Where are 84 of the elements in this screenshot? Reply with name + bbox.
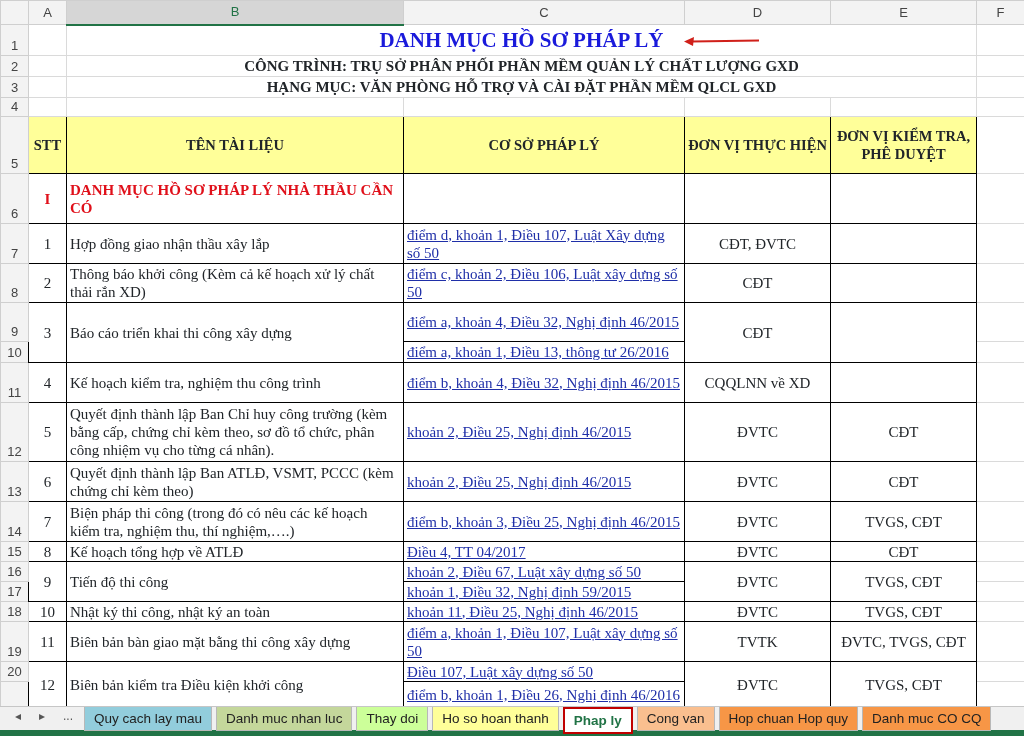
row-header[interactable]: 17 xyxy=(0,581,29,602)
table-cell: Kế hoạch kiểm tra, nghiệm thu công trình xyxy=(66,362,404,403)
sheet-nav-button[interactable]: ... xyxy=(56,707,80,725)
table-cell: ĐVTC xyxy=(684,402,831,462)
row-header[interactable]: 13 xyxy=(0,461,29,502)
column-header[interactable]: D xyxy=(684,0,831,25)
table-cell: CĐT xyxy=(684,302,831,363)
table-cell: 6 xyxy=(28,461,67,502)
table-cell: ĐVTC, TVGS, CĐT xyxy=(830,621,977,662)
sheet-tab[interactable]: Danh muc nhan luc xyxy=(216,707,353,731)
column-heading: CƠ SỞ PHÁP LÝ xyxy=(403,116,685,174)
sheet-subtitle: CÔNG TRÌNH: TRỤ SỞ PHÂN PHỐI PHẦN MỀM QUẢN LÝ CHẤT LƯỢNG GXD xyxy=(66,55,977,77)
table-cell: Tiến độ thi công xyxy=(66,561,404,602)
table-cell: ĐVTC xyxy=(684,601,831,622)
table-cell: 5 xyxy=(28,402,67,462)
column-heading: ĐƠN VỊ KIỂM TRA, PHÊ DUYỆT xyxy=(830,116,977,174)
table-cell: ĐVTC xyxy=(684,461,831,502)
row-header[interactable]: 20 xyxy=(0,661,29,682)
sheet-tab[interactable]: Ho so hoan thanh xyxy=(432,707,559,731)
column-header[interactable]: F xyxy=(976,0,1024,25)
sheet-tab[interactable]: Danh muc CO CQ xyxy=(861,707,992,731)
table-cell: TVGS, CĐT xyxy=(830,561,977,602)
table-cell: Thông báo khởi công (Kèm cả kế hoạch xử lý chất thải rắn XD) xyxy=(66,263,404,303)
table-cell: Quyết định thành lập Ban Chỉ huy công trường (kèm bằng cấp, chứng chỉ kèm theo, sơ đồ tổ chức, phân công nhiệm vụ cho từng cá nhân). xyxy=(66,402,404,462)
table-cell: CĐT, ĐVTC xyxy=(684,223,831,264)
table-cell: 2 xyxy=(28,263,67,303)
sheet-nav-button[interactable]: ▸ xyxy=(32,707,52,725)
table-cell: 7 xyxy=(28,501,67,542)
column-heading: STT xyxy=(28,116,67,174)
column-header[interactable]: A xyxy=(28,0,67,25)
table-cell: TVTK xyxy=(684,621,831,662)
table-cell: 10 xyxy=(28,601,67,622)
sheet-tab[interactable]: Hop chuan Hop quy xyxy=(718,707,858,731)
table-cell: 8 xyxy=(28,541,67,562)
table-cell: 11 xyxy=(28,621,67,662)
table-cell: CĐT xyxy=(684,263,831,303)
table-cell: Quyết định thành lập Ban ATLĐ, VSMT, PCCC (kèm chứng chỉ kèm theo) xyxy=(66,461,404,502)
sheet-tab[interactable]: Phap ly xyxy=(562,707,633,734)
table-cell: Nhật ký thi công, nhật ký an toàn xyxy=(66,601,404,622)
section-number: I xyxy=(28,173,67,224)
row-header[interactable]: 6 xyxy=(0,173,29,224)
sheet-nav-button[interactable]: ◂ xyxy=(8,707,28,725)
section-title: DANH MỤC HỒ SƠ PHÁP LÝ NHÀ THẦU CẦN CÓ xyxy=(66,173,404,224)
table-cell: Biện pháp thi công (trong đó có nêu các kế hoạch kiểm tra, nghiệm thu, thí nghiệm,….) xyxy=(66,501,404,542)
row-header[interactable]: 12 xyxy=(0,402,29,462)
table-cell: Báo cáo triển khai thi công xây dựng xyxy=(66,302,404,363)
table-cell: TVGS, CĐT xyxy=(830,501,977,542)
table-cell: CĐT xyxy=(830,541,977,562)
table-cell: Biên bản bàn giao mặt bằng thi công xây dựng xyxy=(66,621,404,662)
sheet-tab[interactable]: Cong van xyxy=(636,707,715,731)
table-cell: CĐT xyxy=(830,461,977,502)
table-cell: TVGS, CĐT xyxy=(830,601,977,622)
sheet-subtitle: HẠNG MỤC: VĂN PHÒNG HỖ TRỢ VÀ CÀI ĐẶT PHẦN MỀM QLCL GXD xyxy=(66,76,977,98)
table-cell: ĐVTC xyxy=(684,541,831,562)
table-cell: CĐT xyxy=(830,402,977,462)
table-cell: ĐVTC xyxy=(684,561,831,602)
row-header[interactable]: 8 xyxy=(0,263,29,303)
table-cell: CQQLNN về XD xyxy=(684,362,831,403)
sheet-tab[interactable]: Thay doi xyxy=(356,707,429,731)
row-header[interactable]: 14 xyxy=(0,501,29,542)
row-header[interactable]: 2 xyxy=(0,55,29,77)
sheet-tab[interactable]: Quy cach lay mau xyxy=(84,707,213,731)
row-header[interactable]: 19 xyxy=(0,621,29,662)
column-heading: ĐƠN VỊ THỰC HIỆN xyxy=(684,116,831,174)
row-header[interactable]: 7 xyxy=(0,223,29,264)
column-heading: TÊN TÀI LIỆU xyxy=(66,116,404,174)
table-cell: 4 xyxy=(28,362,67,403)
row-header[interactable]: 5 xyxy=(0,116,29,174)
row-header[interactable]: 16 xyxy=(0,561,29,582)
column-header[interactable]: C xyxy=(403,0,685,25)
row-header[interactable]: 18 xyxy=(0,601,29,622)
table-cell: Hợp đồng giao nhận thầu xây lắp xyxy=(66,223,404,264)
row-header[interactable]: 15 xyxy=(0,541,29,562)
table-cell: ĐVTC xyxy=(684,501,831,542)
row-header[interactable]: 3 xyxy=(0,76,29,98)
row-header[interactable]: 10 xyxy=(0,341,29,363)
sheet-title: DANH MỤC HỒ SƠ PHÁP LÝ xyxy=(66,24,977,56)
column-header[interactable]: E xyxy=(830,0,977,25)
column-header[interactable]: B xyxy=(66,0,404,25)
row-header[interactable]: 9 xyxy=(0,302,29,342)
table-cell: 1 xyxy=(28,223,67,264)
row-header[interactable]: 11 xyxy=(0,362,29,403)
row-header[interactable]: 1 xyxy=(0,24,29,56)
table-cell: Kế hoạch tổng hợp về ATLĐ xyxy=(66,541,404,562)
